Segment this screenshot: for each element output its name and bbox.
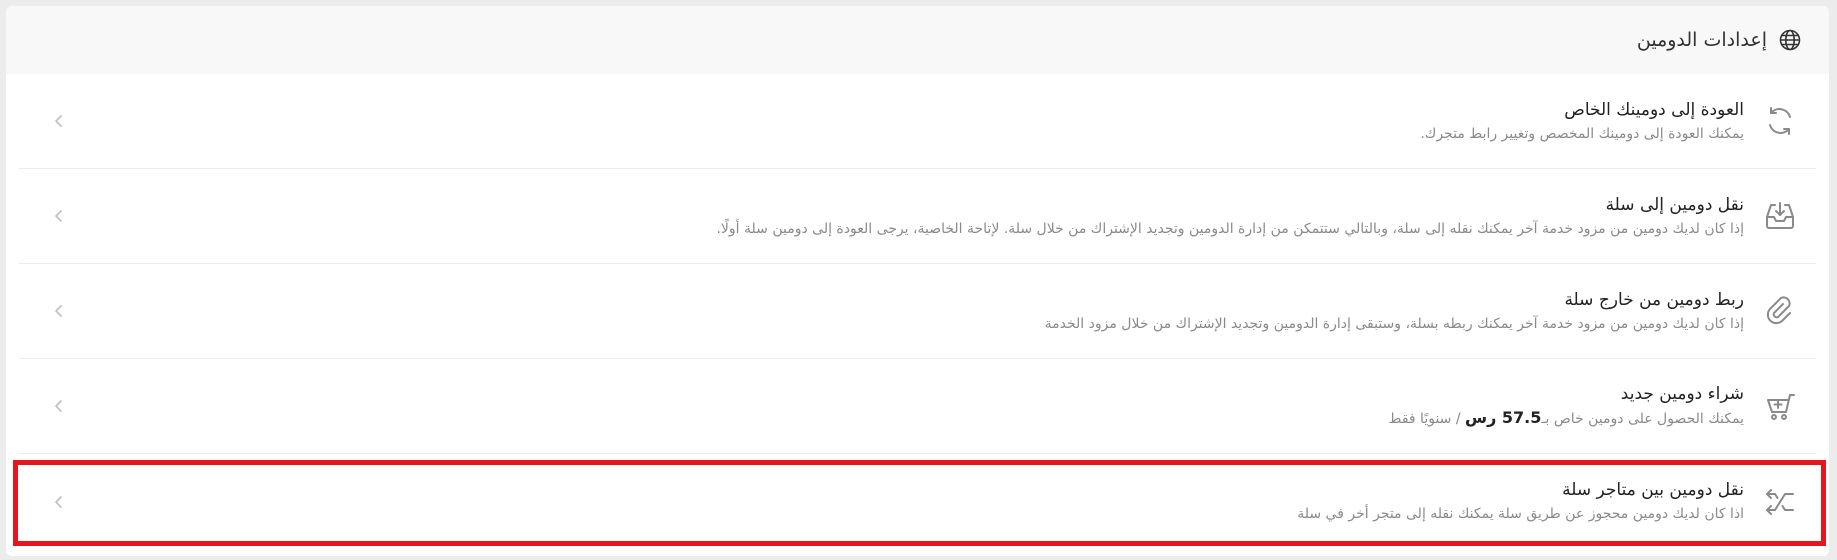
option-title: ربط دومين من خارج سلة (1564, 289, 1744, 310)
chevron-left-icon (49, 396, 69, 416)
shuffle-icon (1760, 482, 1800, 522)
option-transfer-between-stores[interactable]: نقل دومين بين متاجر سلة اذا كان لديك دوم… (19, 454, 1816, 549)
option-return-to-own-domain[interactable]: العودة إلى دومينك الخاص يمكنك العودة إلى… (19, 74, 1816, 169)
chevron-left-icon (49, 301, 69, 321)
option-description: إذا كان لديك دومين من مزود خدمة آخر يمكن… (1044, 315, 1744, 332)
page-title: إعدادات الدومين (1636, 29, 1767, 51)
option-transfer-domain-to-salla[interactable]: نقل دومين إلى سلة إذا كان لديك دومين من … (19, 169, 1816, 264)
globe-icon (1777, 27, 1803, 53)
option-description: إذا كان لديك دومين من مزود خدمة آخر يمكن… (716, 220, 1744, 237)
link-icon (1760, 291, 1800, 331)
option-title: نقل دومين بين متاجر سلة (1562, 480, 1744, 500)
option-title: شراء دومين جديد (1620, 384, 1744, 404)
option-buy-new-domain[interactable]: شراء دومين جديد يمكنك الحصول على دومين خ… (19, 359, 1816, 454)
option-description: اذا كان لديك دومين محجوز عن طريق سلة يمك… (1297, 506, 1744, 522)
chevron-left-icon (49, 492, 69, 512)
price-prefix: يمكنك الحصول على دومين خاص بـ (1541, 411, 1744, 427)
option-title: العودة إلى دومينك الخاص (1564, 99, 1744, 120)
domain-settings-card: إعدادات الدومين العودة إلى دومينك الخاص … (6, 6, 1829, 556)
option-link-external-domain[interactable]: ربط دومين من خارج سلة إذا كان لديك دومين… (19, 264, 1816, 359)
chevron-left-icon (49, 206, 69, 226)
option-description: يمكنك العودة إلى دومينك المخصص وتغيير را… (1420, 125, 1744, 142)
option-description: يمكنك الحصول على دومين خاص بـ57.5 رس / س… (69, 407, 1744, 430)
price-suffix: / سنويًا فقط (1388, 411, 1466, 427)
domain-price: 57.5 رس (1465, 408, 1542, 427)
cart-add-icon (1760, 386, 1800, 426)
inbox-download-icon (1760, 196, 1800, 236)
domain-options-list: العودة إلى دومينك الخاص يمكنك العودة إلى… (6, 74, 1829, 549)
refresh-icon (1760, 101, 1800, 141)
option-title: نقل دومين إلى سلة (1605, 194, 1744, 215)
chevron-left-icon (49, 111, 69, 131)
card-header: إعدادات الدومين (6, 6, 1829, 74)
